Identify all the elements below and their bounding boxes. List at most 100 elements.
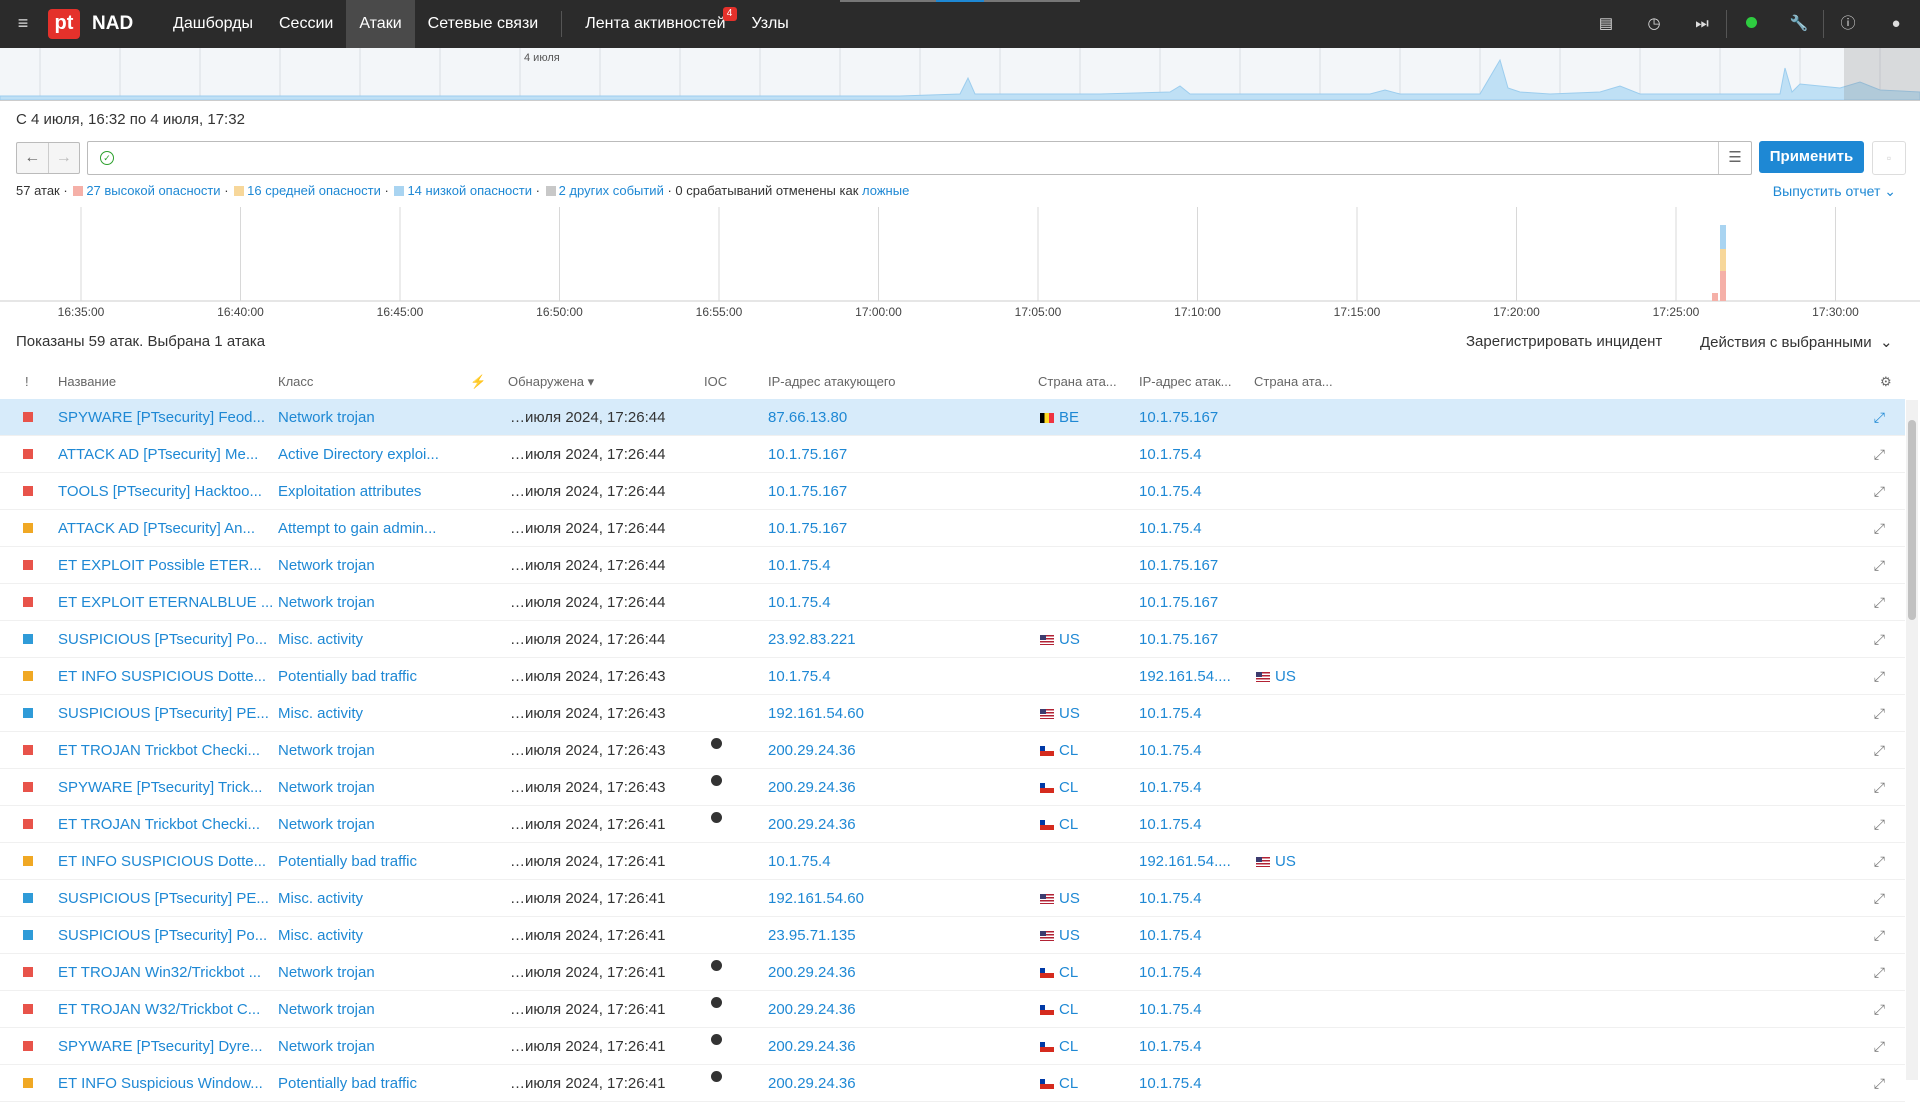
src-country[interactable]: CL bbox=[1040, 964, 1078, 981]
table-row[interactable]: ET EXPLOIT Possible ETER... Network troja… bbox=[0, 547, 1905, 584]
src-ip-link[interactable]: 87.66.13.80 bbox=[768, 409, 847, 426]
src-country[interactable]: CL bbox=[1040, 779, 1078, 796]
dst-ip-link[interactable]: 10.1.75.4 bbox=[1139, 520, 1202, 537]
database-icon[interactable]: ▤ bbox=[1582, 0, 1630, 48]
attack-name-link[interactable]: ET TROJAN Win32/Trickbot ... bbox=[58, 964, 261, 981]
src-country[interactable]: CL bbox=[1040, 1075, 1078, 1092]
attack-name-link[interactable]: ET TROJAN W32/Trickbot C... bbox=[58, 1001, 260, 1018]
table-row[interactable]: SUSPICIOUS [PTsecurity] PE... Misc. activ… bbox=[0, 695, 1905, 732]
src-ip-link[interactable]: 200.29.24.36 bbox=[768, 779, 856, 796]
dst-ip-link[interactable]: 10.1.75.167 bbox=[1139, 631, 1218, 648]
col-src-country[interactable]: Страна ата... bbox=[1038, 374, 1117, 389]
attack-class-link[interactable]: Network trojan bbox=[278, 594, 375, 611]
attack-name-link[interactable]: TOOLS [PTsecurity] Hacktoo... bbox=[58, 483, 262, 500]
attack-class-link[interactable]: Misc. activity bbox=[278, 890, 363, 907]
table-row[interactable]: ET INFO SUSPICIOUS Dotte... Potentially b… bbox=[0, 658, 1905, 695]
src-ip-link[interactable]: 23.92.83.221 bbox=[768, 631, 856, 648]
src-country[interactable]: US bbox=[1040, 890, 1080, 907]
attack-class-link[interactable]: Network trojan bbox=[278, 816, 375, 833]
attack-class-link[interactable]: Network trojan bbox=[278, 557, 375, 574]
table-row[interactable]: TOOLS [PTsecurity] Hacktoo... Exploitatio… bbox=[0, 473, 1905, 510]
nav-item-1[interactable]: Сессии bbox=[266, 0, 346, 48]
src-ip-link[interactable]: 200.29.24.36 bbox=[768, 1001, 856, 1018]
clock-icon[interactable]: ◷ bbox=[1630, 0, 1678, 48]
table-row[interactable]: SUSPICIOUS [PTsecurity] Po... Misc. activ… bbox=[0, 917, 1905, 954]
help-icon[interactable]: ⓘ bbox=[1824, 0, 1872, 48]
src-ip-link[interactable]: 200.29.24.36 bbox=[768, 1075, 856, 1092]
attack-name-link[interactable]: ET INFO SUSPICIOUS Dotte... bbox=[58, 668, 266, 685]
dst-ip-link[interactable]: 10.1.75.4 bbox=[1139, 446, 1202, 463]
src-country[interactable]: CL bbox=[1040, 1038, 1078, 1055]
src-ip-link[interactable]: 10.1.75.4 bbox=[768, 557, 831, 574]
src-ip-link[interactable]: 10.1.75.4 bbox=[768, 853, 831, 870]
nav-item-3[interactable]: Сетевые связи bbox=[415, 0, 552, 48]
src-ip-link[interactable]: 192.161.54.60 bbox=[768, 890, 864, 907]
expand-icon[interactable]: ⤢ bbox=[1874, 742, 1885, 759]
summary-other-link[interactable]: 2 других событий bbox=[559, 183, 664, 198]
timeline-overview[interactable]: 4 июля bbox=[0, 48, 1920, 101]
col-class[interactable]: Класс bbox=[278, 374, 313, 389]
back-button[interactable]: ← bbox=[17, 143, 48, 173]
col-name[interactable]: Название bbox=[58, 374, 116, 389]
src-country[interactable]: US bbox=[1040, 705, 1080, 722]
register-incident-button[interactable]: Зарегистрировать инцидент bbox=[1466, 333, 1662, 350]
src-ip-link[interactable]: 200.29.24.36 bbox=[768, 1038, 856, 1055]
app-logo[interactable]: pt bbox=[48, 9, 80, 39]
src-ip-link[interactable]: 192.161.54.60 bbox=[768, 705, 864, 722]
dst-ip-link[interactable]: 10.1.75.4 bbox=[1139, 927, 1202, 944]
dst-ip-link[interactable]: 10.1.75.167 bbox=[1139, 594, 1218, 611]
table-row[interactable]: ATTACK AD [PTsecurity] An... Attempt to g… bbox=[0, 510, 1905, 547]
attack-class-link[interactable]: Active Directory exploi... bbox=[278, 446, 439, 463]
attack-name-link[interactable]: SUSPICIOUS [PTsecurity] PE... bbox=[58, 890, 269, 907]
attack-class-link[interactable]: Exploitation attributes bbox=[278, 483, 421, 500]
attack-name-link[interactable]: SUSPICIOUS [PTsecurity] PE... bbox=[58, 705, 269, 722]
src-ip-link[interactable]: 10.1.75.167 bbox=[768, 483, 847, 500]
src-ip-link[interactable]: 10.1.75.4 bbox=[768, 594, 831, 611]
attack-name-link[interactable]: ET TROJAN Trickbot Checki... bbox=[58, 816, 260, 833]
attack-class-link[interactable]: Potentially bad traffic bbox=[278, 853, 417, 870]
src-ip-link[interactable]: 200.29.24.36 bbox=[768, 742, 856, 759]
table-row[interactable]: SPYWARE [PTsecurity] Trick... Network tro… bbox=[0, 769, 1905, 806]
issue-report-button[interactable]: Выпустить отчет ⌄ bbox=[1773, 183, 1896, 200]
attack-class-link[interactable]: Network trojan bbox=[278, 779, 375, 796]
attack-name-link[interactable]: SPYWARE [PTsecurity] Trick... bbox=[58, 779, 262, 796]
col-dst-country[interactable]: Страна ата... bbox=[1254, 374, 1333, 389]
attack-class-link[interactable]: Misc. activity bbox=[278, 927, 363, 944]
nav-item-0[interactable]: Дашборды bbox=[160, 0, 266, 48]
table-row[interactable]: ET TROJAN Trickbot Checki... Network troj… bbox=[0, 806, 1905, 843]
summary-high-link[interactable]: 27 высокой опасности bbox=[86, 183, 220, 198]
attack-class-link[interactable]: Network trojan bbox=[278, 409, 375, 426]
col-src-ip[interactable]: IP-адрес атакующего bbox=[768, 374, 896, 389]
expand-icon[interactable]: ⤢ bbox=[1874, 705, 1885, 722]
dst-ip-link[interactable]: 10.1.75.4 bbox=[1139, 705, 1202, 722]
table-row[interactable]: SPYWARE [PTsecurity] Dyre... Network troj… bbox=[0, 1028, 1905, 1065]
attack-name-link[interactable]: SUSPICIOUS [PTsecurity] Po... bbox=[58, 631, 267, 648]
nav-item-4[interactable]: Лента активностей 4 bbox=[572, 0, 738, 48]
dst-ip-link[interactable]: 10.1.75.167 bbox=[1139, 557, 1218, 574]
src-ip-link[interactable]: 10.1.75.4 bbox=[768, 668, 831, 685]
expand-icon[interactable]: ⤢ bbox=[1874, 816, 1885, 833]
src-country[interactable]: CL bbox=[1040, 816, 1078, 833]
dst-ip-link[interactable]: 10.1.75.4 bbox=[1139, 1075, 1202, 1092]
src-ip-link[interactable]: 10.1.75.167 bbox=[768, 446, 847, 463]
attack-class-link[interactable]: Network trojan bbox=[278, 964, 375, 981]
attack-class-link[interactable]: Misc. activity bbox=[278, 631, 363, 648]
dst-ip-link[interactable]: 10.1.75.4 bbox=[1139, 1001, 1202, 1018]
dst-ip-link[interactable]: 10.1.75.4 bbox=[1139, 816, 1202, 833]
src-country[interactable]: US bbox=[1040, 631, 1080, 648]
attack-class-link[interactable]: Attempt to gain admin... bbox=[278, 520, 436, 537]
attack-class-link[interactable]: Network trojan bbox=[278, 1038, 375, 1055]
src-ip-link[interactable]: 200.29.24.36 bbox=[768, 816, 856, 833]
apply-button[interactable]: Применить bbox=[1759, 141, 1864, 173]
attack-name-link[interactable]: SPYWARE [PTsecurity] Feod... bbox=[58, 409, 265, 426]
attack-name-link[interactable]: SUSPICIOUS [PTsecurity] Po... bbox=[58, 927, 267, 944]
expand-icon[interactable]: ⤢ bbox=[1874, 520, 1885, 537]
src-ip-link[interactable]: 200.29.24.36 bbox=[768, 964, 856, 981]
table-row[interactable]: SPYWARE [PTsecurity] Feod... Network troj… bbox=[0, 399, 1905, 436]
lightning-icon[interactable]: ⚡ bbox=[470, 374, 486, 390]
attack-class-link[interactable]: Potentially bad traffic bbox=[278, 1075, 417, 1092]
nav-item-2[interactable]: Атаки bbox=[346, 0, 415, 48]
expand-icon[interactable]: ⤢ bbox=[1874, 446, 1885, 463]
table-row[interactable]: ET TROJAN Trickbot Checki... Network troj… bbox=[0, 732, 1905, 769]
expand-icon[interactable]: ⤢ bbox=[1874, 483, 1885, 500]
